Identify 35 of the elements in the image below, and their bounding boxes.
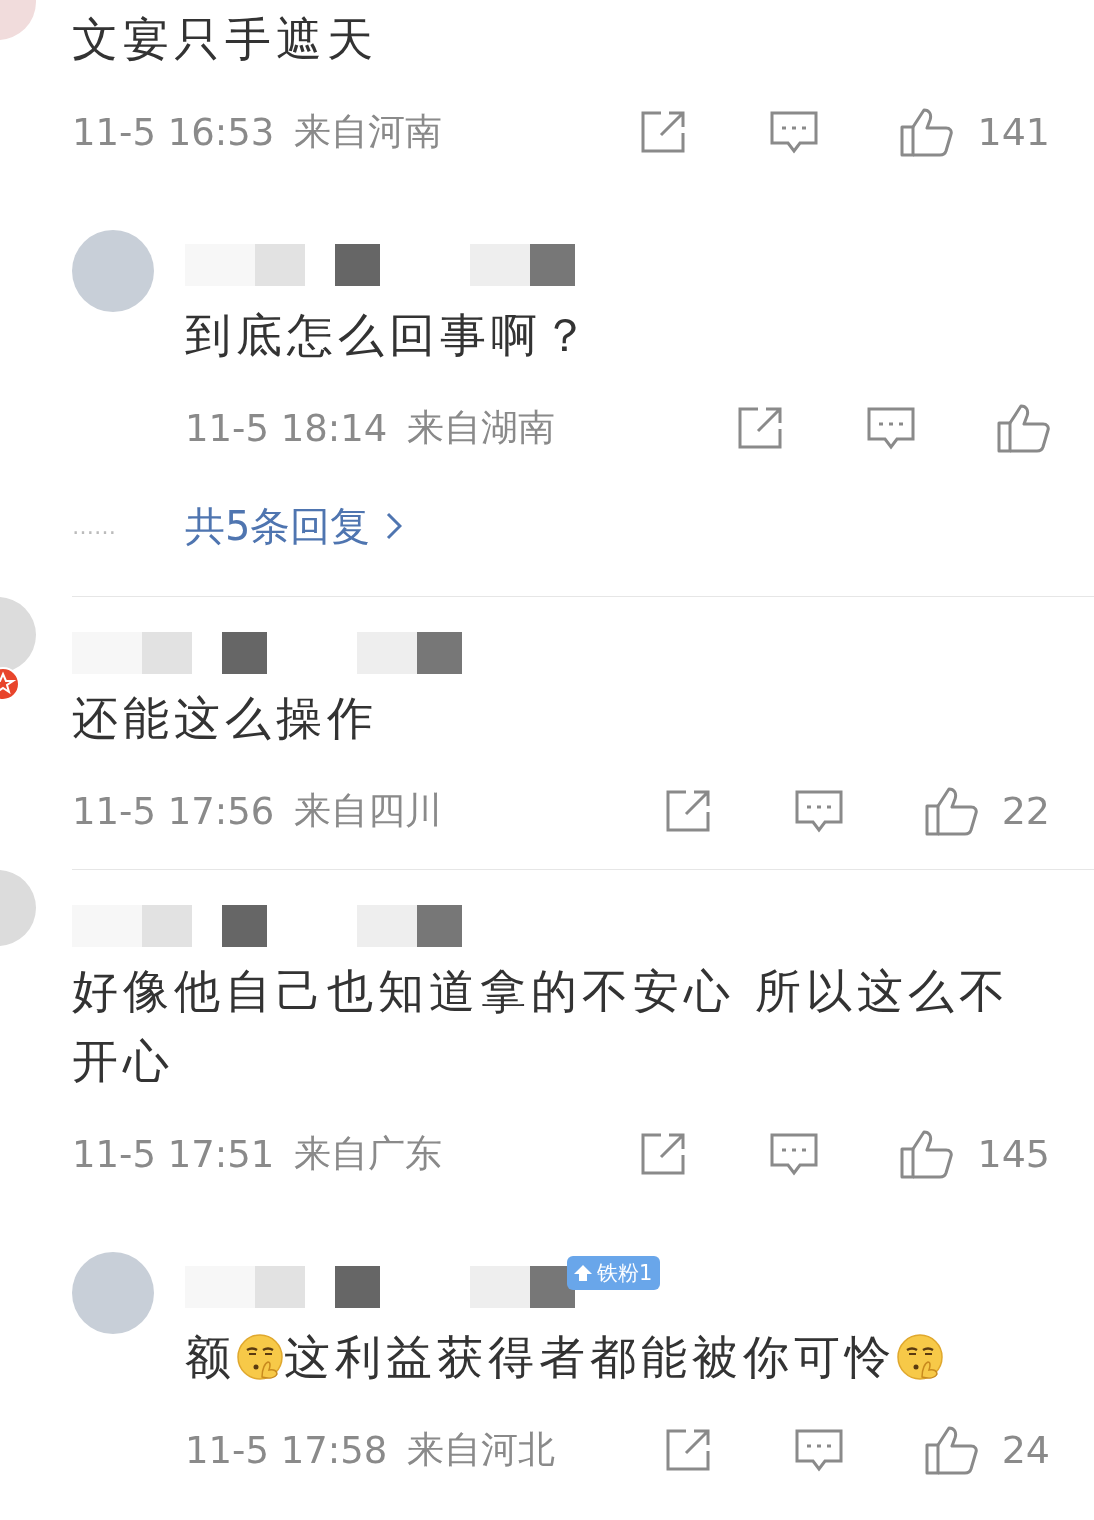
chevron-right-icon [386,512,403,540]
comment-text: 额 这利益获得者都能被你可怜 [185,1322,1050,1392]
comment-icon[interactable] [793,788,844,834]
ellipsis: …… [72,513,117,539]
comment-icon[interactable] [769,1131,820,1177]
thumbs-up-icon[interactable] [899,1129,954,1179]
comment-text: 好像他自己也知道拿的不安心 所以这么不开心 [72,963,1011,1090]
emoji-icon [896,1333,944,1381]
comment-icon[interactable] [769,109,820,155]
more-replies-link[interactable]: 共5条回复 [185,498,403,554]
location: 来自广东 [294,1132,443,1175]
thumbs-up-icon[interactable] [899,107,954,157]
timestamp: 11-5 17:56 [72,789,275,833]
like-count: 22 [1001,789,1050,833]
like-count: 141 [977,110,1050,154]
timestamp: 11-5 17:58 [185,1428,388,1472]
like-count: 145 [977,1132,1050,1176]
timestamp: 11-5 17:51 [72,1132,275,1176]
thumbs-up-icon[interactable] [923,1425,978,1475]
timestamp: 11-5 18:14 [185,406,388,450]
location: 来自河北 [407,1428,556,1471]
comment-text: 还能这么操作 [72,690,379,747]
location: 来自湖南 [407,406,556,449]
location: 来自河南 [294,110,443,153]
like-count: 24 [1001,1428,1050,1472]
thumbs-up-icon[interactable] [923,786,978,836]
thumbs-up-icon[interactable] [996,403,1050,453]
emoji-icon [236,1333,284,1381]
comment-text: 文宴只手遮天 [72,11,379,68]
fan-badge: 铁粉1 [567,1256,661,1290]
comment-icon[interactable] [866,405,916,451]
timestamp: 11-5 16:53 [72,110,275,154]
comment-text: 到底怎么回事啊？ [185,307,594,364]
comment-icon[interactable] [793,1427,844,1473]
location: 来自四川 [294,789,443,832]
